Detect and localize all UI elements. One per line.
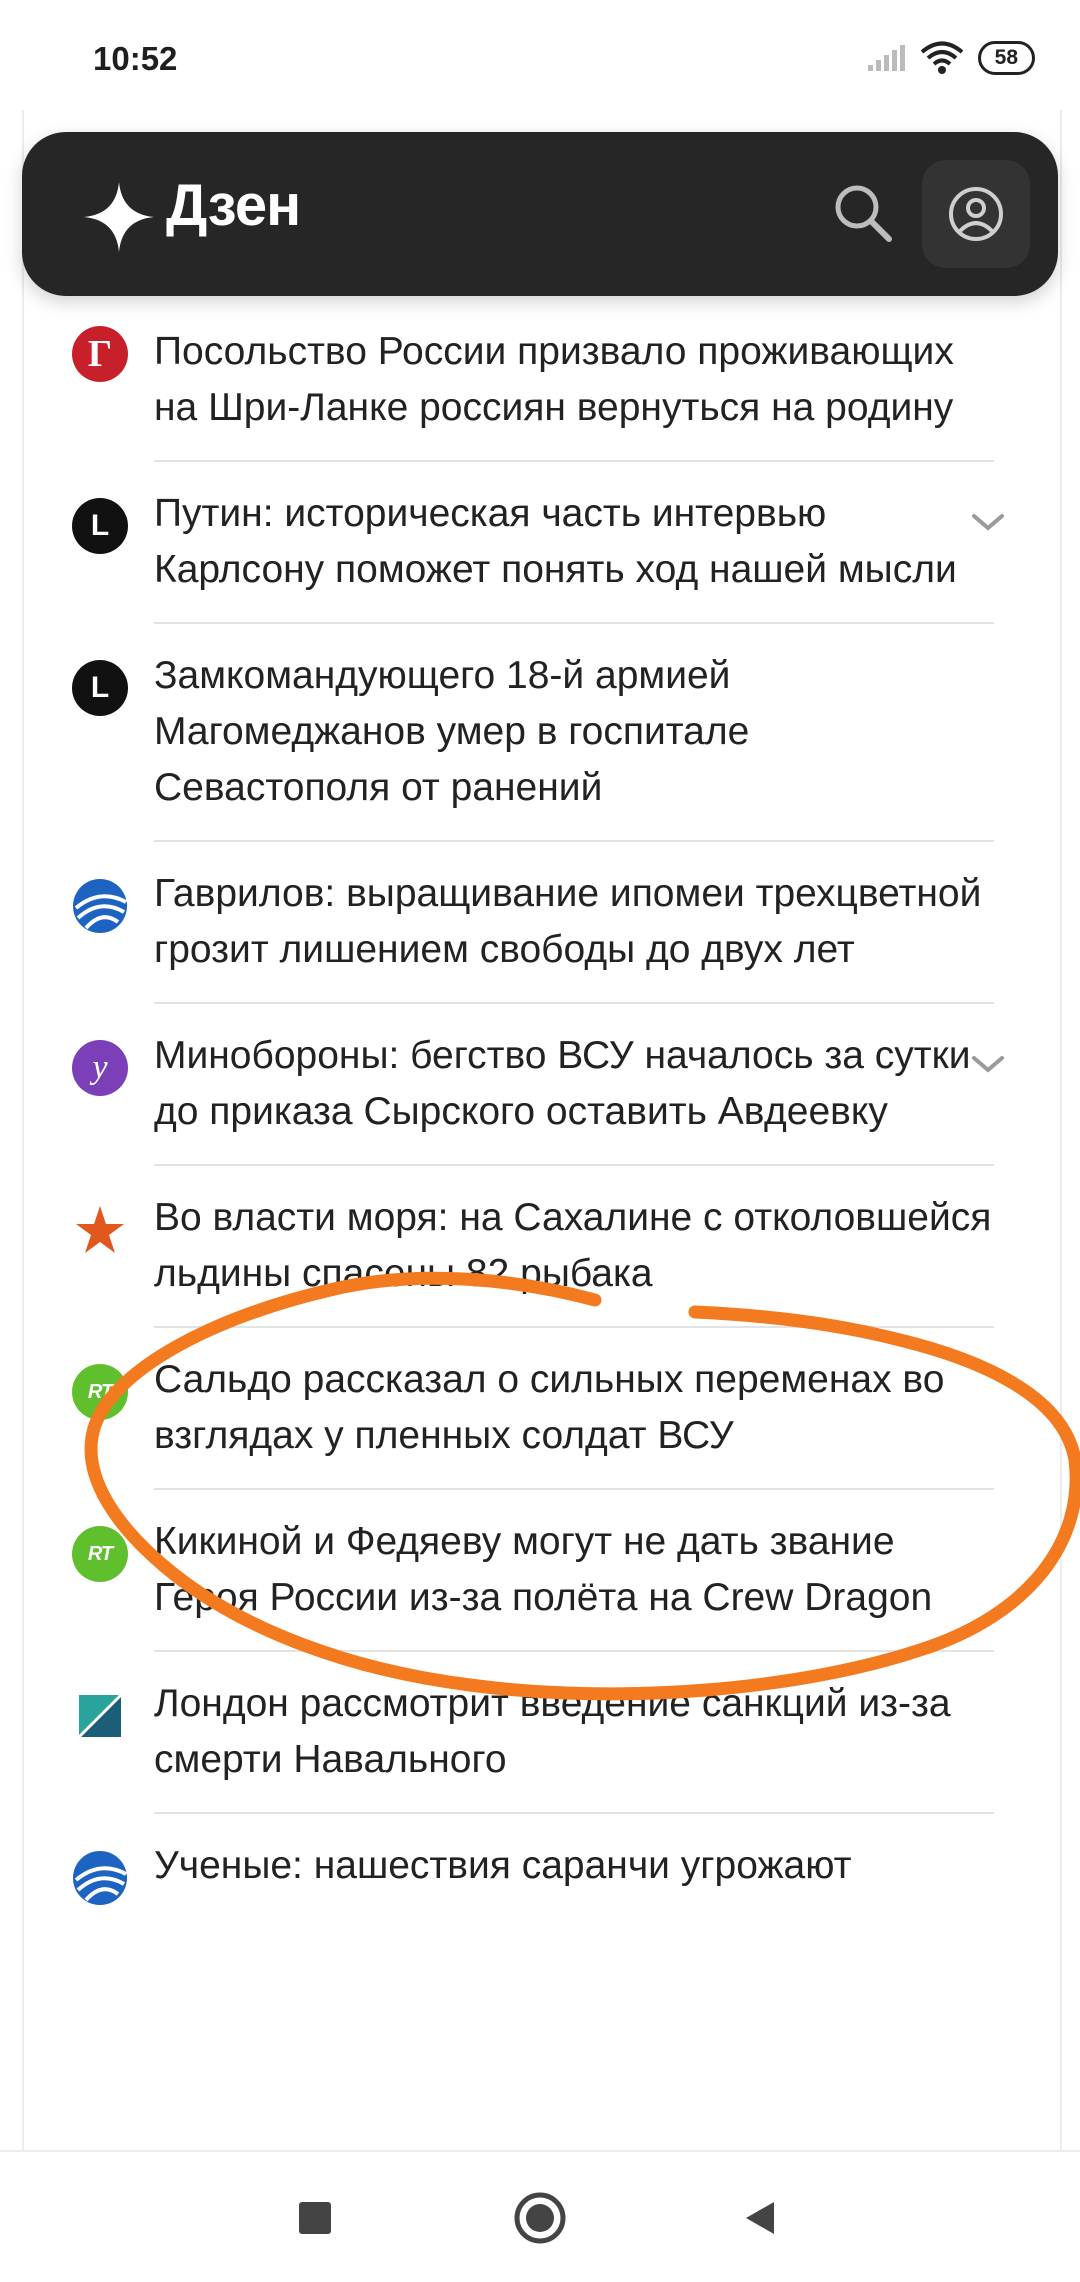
- news-title[interactable]: Минобороны: бегство ВСУ началось за сутк…: [154, 1004, 994, 1166]
- news-item[interactable]: Во власти моря: на Сахалине с отколовшей…: [0, 1166, 1080, 1328]
- home-button[interactable]: [510, 2188, 570, 2248]
- chevron-down-icon[interactable]: [968, 1052, 1008, 1076]
- app-header: Дзен: [22, 132, 1058, 296]
- dk-source-icon: [72, 1688, 128, 1744]
- rt-source-icon: RT: [72, 1364, 128, 1420]
- news-item[interactable]: Ученые: нашествия саранчи угрожают: [0, 1814, 1080, 1918]
- status-icons: 58: [866, 38, 1035, 78]
- recents-icon: [299, 2202, 331, 2234]
- rt-source-icon: RT: [72, 1526, 128, 1582]
- news-title[interactable]: Гаврилов: выращивание ипомеи трехцветной…: [154, 842, 994, 1004]
- gazeta-icon: Г: [72, 326, 128, 382]
- news-item[interactable]: y Минобороны: бегство ВСУ началось за су…: [0, 1004, 1080, 1166]
- home-icon: [514, 2192, 566, 2244]
- search-icon: [835, 185, 892, 242]
- status-time: 10:52: [93, 40, 178, 77]
- news-item[interactable]: L Замкомандующего 18-й армией Магомеджан…: [0, 624, 1080, 842]
- news-title[interactable]: Кикиной и Федяеву могут не дать звание Г…: [154, 1490, 994, 1652]
- chevron-down-icon[interactable]: [968, 510, 1008, 534]
- news-title[interactable]: Путин: историческая часть интервью Карлс…: [154, 462, 994, 624]
- l-source-icon: L: [72, 660, 128, 716]
- l-source-icon: L: [72, 498, 128, 554]
- news-title[interactable]: Замкомандующего 18-й армией Магомеджанов…: [154, 624, 994, 842]
- news-item[interactable]: Лондон рассмотрит введение санкций из-за…: [0, 1652, 1080, 1814]
- battery-icon: 58: [977, 41, 1035, 75]
- back-icon: [746, 2202, 774, 2234]
- dzen-star-icon: [84, 182, 154, 252]
- profile-icon: [949, 187, 1003, 241]
- search-button[interactable]: [822, 172, 904, 254]
- news-item[interactable]: Гаврилов: выращивание ипомеи трехцветной…: [0, 842, 1080, 1004]
- news-title[interactable]: Посольство России призвало проживающих н…: [154, 300, 994, 462]
- globe-source-icon: [72, 878, 128, 934]
- app-logo-text[interactable]: Дзен: [166, 172, 301, 239]
- news-item[interactable]: RT Кикиной и Федяеву могут не дать звани…: [0, 1490, 1080, 1652]
- y-source-icon: y: [72, 1040, 128, 1096]
- wifi-icon: [920, 41, 963, 74]
- profile-button[interactable]: [922, 160, 1030, 268]
- signal-icon: [867, 45, 905, 71]
- news-item[interactable]: RT Сальдо рассказал о сильных переменах …: [0, 1328, 1080, 1490]
- star-source-icon: [72, 1202, 128, 1258]
- status-bar: 10:52 58: [0, 0, 1080, 110]
- news-title[interactable]: Во власти моря: на Сахалине с отколовшей…: [154, 1166, 994, 1328]
- news-title[interactable]: Сальдо рассказал о сильных переменах во …: [154, 1328, 994, 1490]
- globe-source-icon: [72, 1850, 128, 1906]
- news-item[interactable]: Г Посольство России призвало проживающих…: [0, 300, 1080, 462]
- news-title[interactable]: Лондон рассмотрит введение санкций из-за…: [154, 1652, 994, 1814]
- news-title[interactable]: Ученые: нашествия саранчи угрожают: [154, 1814, 994, 1918]
- back-button[interactable]: [730, 2188, 790, 2248]
- news-item[interactable]: L Путин: историческая часть интервью Кар…: [0, 462, 1080, 624]
- news-list: Г Посольство России призвало проживающих…: [0, 300, 1080, 1918]
- system-nav-bar: [0, 2150, 1080, 2282]
- recents-button[interactable]: [285, 2188, 345, 2248]
